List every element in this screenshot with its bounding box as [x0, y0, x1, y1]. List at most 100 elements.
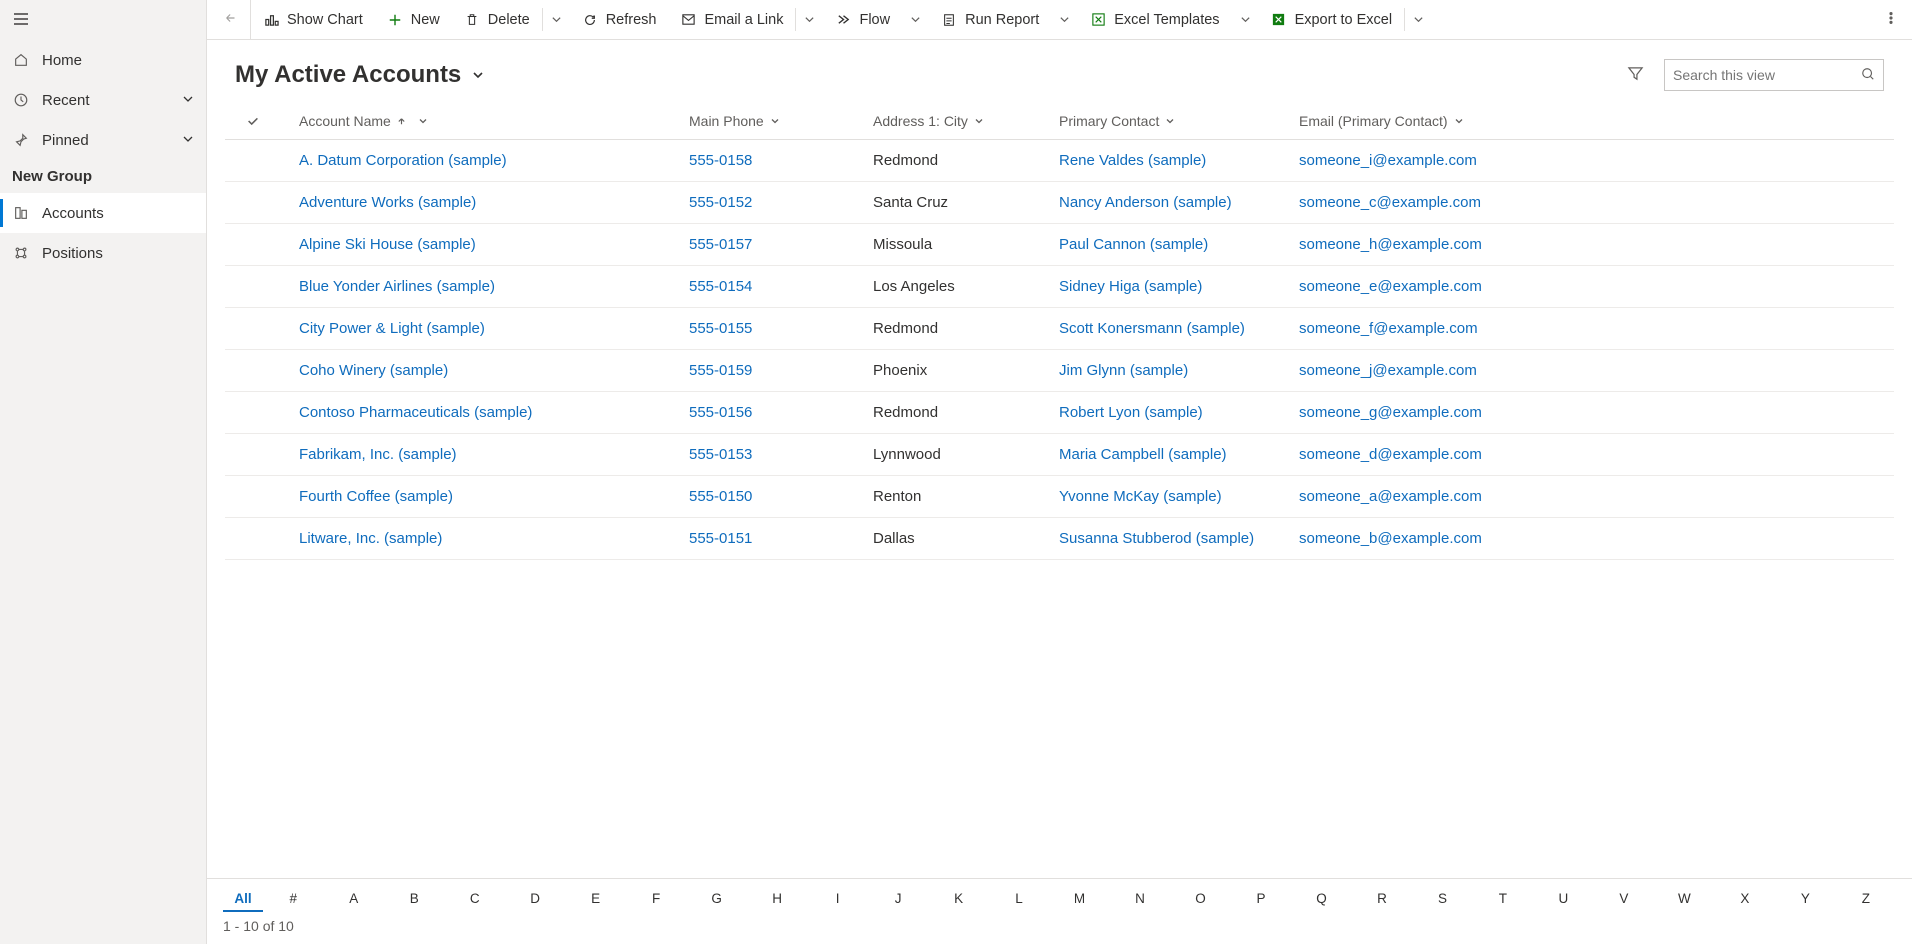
flow-split[interactable]: [902, 0, 929, 39]
alpha-filter-i[interactable]: I: [807, 885, 867, 912]
refresh-button[interactable]: Refresh: [570, 0, 669, 39]
alpha-filter-k[interactable]: K: [928, 885, 988, 912]
filter-button[interactable]: [1618, 58, 1652, 92]
phone-link[interactable]: 555-0158: [681, 152, 865, 169]
flow-button[interactable]: Flow: [823, 0, 902, 39]
contact-link[interactable]: Rene Valdes (sample): [1051, 152, 1291, 169]
alpha-filter-z[interactable]: Z: [1836, 885, 1896, 912]
col-header-email[interactable]: Email (Primary Contact): [1291, 113, 1894, 129]
phone-link[interactable]: 555-0152: [681, 194, 865, 211]
email-link[interactable]: someone_e@example.com: [1291, 278, 1894, 295]
phone-link[interactable]: 555-0154: [681, 278, 865, 295]
table-row[interactable]: Coho Winery (sample)555-0159PhoenixJim G…: [225, 350, 1894, 392]
overflow-button[interactable]: [1874, 0, 1908, 39]
contact-link[interactable]: Jim Glynn (sample): [1051, 362, 1291, 379]
table-row[interactable]: Blue Yonder Airlines (sample)555-0154Los…: [225, 266, 1894, 308]
email-link[interactable]: someone_h@example.com: [1291, 236, 1894, 253]
table-row[interactable]: Contoso Pharmaceuticals (sample)555-0156…: [225, 392, 1894, 434]
alpha-filter-s[interactable]: S: [1412, 885, 1472, 912]
alpha-filter-p[interactable]: P: [1231, 885, 1291, 912]
account-name-link[interactable]: Blue Yonder Airlines (sample): [281, 278, 681, 295]
alpha-filter-w[interactable]: W: [1654, 885, 1714, 912]
account-name-link[interactable]: Adventure Works (sample): [281, 194, 681, 211]
phone-link[interactable]: 555-0153: [681, 446, 865, 463]
alpha-filter-h[interactable]: H: [747, 885, 807, 912]
nav-pinned[interactable]: Pinned: [0, 120, 206, 160]
account-name-link[interactable]: Litware, Inc. (sample): [281, 530, 681, 547]
phone-link[interactable]: 555-0156: [681, 404, 865, 421]
alpha-filter-o[interactable]: O: [1170, 885, 1230, 912]
account-name-link[interactable]: City Power & Light (sample): [281, 320, 681, 337]
table-row[interactable]: Alpine Ski House (sample)555-0157Missoul…: [225, 224, 1894, 266]
alpha-filter-t[interactable]: T: [1473, 885, 1533, 912]
email-link-button[interactable]: Email a Link: [668, 0, 795, 39]
alpha-filter-v[interactable]: V: [1594, 885, 1654, 912]
alpha-filter-g[interactable]: G: [686, 885, 746, 912]
nav-recent[interactable]: Recent: [0, 80, 206, 120]
alpha-filter-u[interactable]: U: [1533, 885, 1593, 912]
search-box[interactable]: [1664, 59, 1884, 91]
contact-link[interactable]: Yvonne McKay (sample): [1051, 488, 1291, 505]
table-row[interactable]: Fourth Coffee (sample)555-0150RentonYvon…: [225, 476, 1894, 518]
alpha-filter-l[interactable]: L: [989, 885, 1049, 912]
nav-positions[interactable]: Positions: [0, 233, 206, 273]
delete-button[interactable]: Delete: [452, 0, 542, 39]
alpha-filter-y[interactable]: Y: [1775, 885, 1835, 912]
table-row[interactable]: Litware, Inc. (sample)555-0151DallasSusa…: [225, 518, 1894, 560]
alpha-filter-r[interactable]: R: [1352, 885, 1412, 912]
select-all-checkbox[interactable]: [225, 114, 281, 128]
account-name-link[interactable]: Alpine Ski House (sample): [281, 236, 681, 253]
nav-accounts[interactable]: Accounts: [0, 193, 206, 233]
excel-templates-button[interactable]: Excel Templates: [1078, 0, 1231, 39]
alpha-filter-c[interactable]: C: [444, 885, 504, 912]
contact-link[interactable]: Sidney Higa (sample): [1051, 278, 1291, 295]
account-name-link[interactable]: Contoso Pharmaceuticals (sample): [281, 404, 681, 421]
new-button[interactable]: New: [375, 0, 452, 39]
alpha-filter-#[interactable]: #: [263, 885, 323, 912]
alpha-filter-f[interactable]: F: [626, 885, 686, 912]
nav-home[interactable]: Home: [0, 40, 206, 80]
account-name-link[interactable]: Fabrikam, Inc. (sample): [281, 446, 681, 463]
contact-link[interactable]: Nancy Anderson (sample): [1051, 194, 1291, 211]
alpha-filter-all[interactable]: All: [223, 885, 263, 912]
view-selector[interactable]: My Active Accounts: [235, 61, 485, 89]
table-row[interactable]: Adventure Works (sample)555-0152Santa Cr…: [225, 182, 1894, 224]
contact-link[interactable]: Paul Cannon (sample): [1051, 236, 1291, 253]
alpha-filter-e[interactable]: E: [565, 885, 625, 912]
col-header-account-name[interactable]: Account Name: [281, 113, 681, 129]
phone-link[interactable]: 555-0150: [681, 488, 865, 505]
email-link[interactable]: someone_g@example.com: [1291, 404, 1894, 421]
alpha-filter-x[interactable]: X: [1715, 885, 1775, 912]
contact-link[interactable]: Scott Konersmann (sample): [1051, 320, 1291, 337]
email-link[interactable]: someone_i@example.com: [1291, 152, 1894, 169]
col-header-primary-contact[interactable]: Primary Contact: [1051, 113, 1291, 129]
back-button[interactable]: [211, 0, 251, 39]
email-link[interactable]: someone_a@example.com: [1291, 488, 1894, 505]
email-link[interactable]: someone_b@example.com: [1291, 530, 1894, 547]
search-input[interactable]: [1673, 67, 1855, 83]
hamburger-button[interactable]: [0, 0, 206, 40]
table-row[interactable]: A. Datum Corporation (sample)555-0158Red…: [225, 140, 1894, 182]
phone-link[interactable]: 555-0151: [681, 530, 865, 547]
table-row[interactable]: Fabrikam, Inc. (sample)555-0153LynnwoodM…: [225, 434, 1894, 476]
alpha-filter-j[interactable]: J: [868, 885, 928, 912]
export-excel-button[interactable]: Export to Excel: [1259, 0, 1405, 39]
email-link[interactable]: someone_d@example.com: [1291, 446, 1894, 463]
contact-link[interactable]: Susanna Stubberod (sample): [1051, 530, 1291, 547]
email-link[interactable]: someone_j@example.com: [1291, 362, 1894, 379]
account-name-link[interactable]: Fourth Coffee (sample): [281, 488, 681, 505]
phone-link[interactable]: 555-0159: [681, 362, 865, 379]
email-link[interactable]: someone_f@example.com: [1291, 320, 1894, 337]
run-report-button[interactable]: Run Report: [929, 0, 1051, 39]
run-report-split[interactable]: [1051, 0, 1078, 39]
email-link-split[interactable]: [796, 0, 823, 39]
phone-link[interactable]: 555-0155: [681, 320, 865, 337]
alpha-filter-d[interactable]: D: [505, 885, 565, 912]
email-link[interactable]: someone_c@example.com: [1291, 194, 1894, 211]
col-header-main-phone[interactable]: Main Phone: [681, 113, 865, 129]
contact-link[interactable]: Robert Lyon (sample): [1051, 404, 1291, 421]
phone-link[interactable]: 555-0157: [681, 236, 865, 253]
excel-templates-split[interactable]: [1232, 0, 1259, 39]
contact-link[interactable]: Maria Campbell (sample): [1051, 446, 1291, 463]
table-row[interactable]: City Power & Light (sample)555-0155Redmo…: [225, 308, 1894, 350]
